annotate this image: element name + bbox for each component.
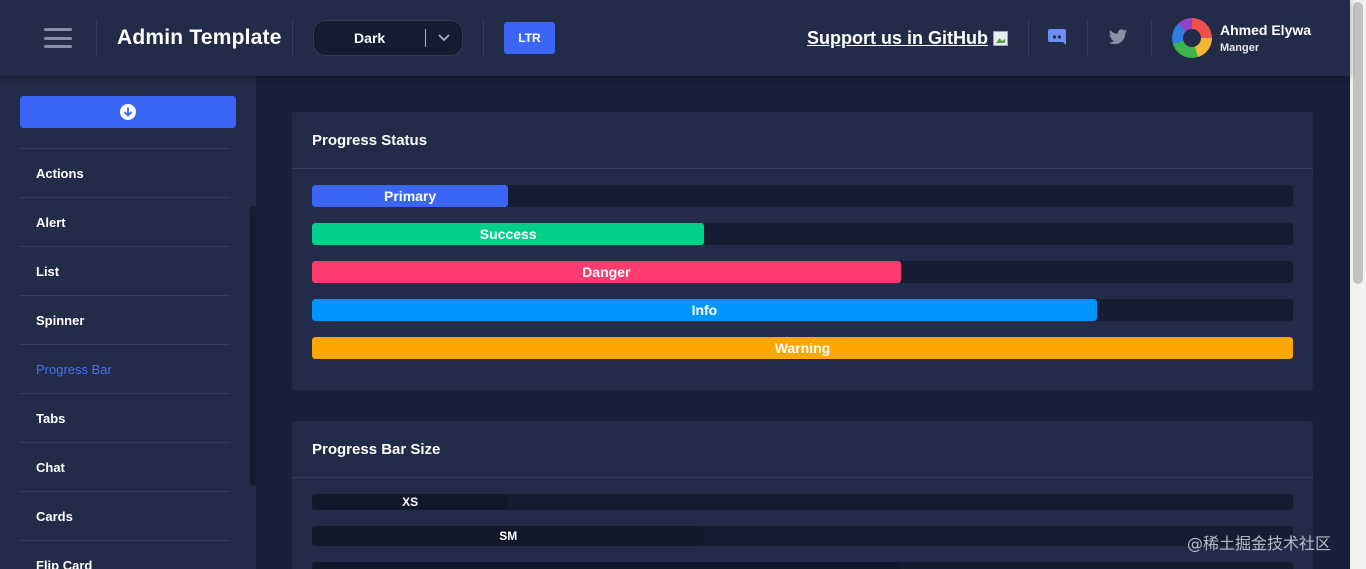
progress-track: Primary: [312, 185, 1293, 207]
progress-bar-size-xs: XS: [312, 494, 509, 510]
sidebar-item-list[interactable]: List: [20, 246, 230, 295]
sidebar-item-chat[interactable]: Chat: [20, 442, 230, 491]
sidebar-item-alert[interactable]: Alert: [20, 197, 230, 246]
header-divider: [483, 19, 484, 57]
hamburger-menu-icon[interactable]: [40, 24, 76, 52]
progress-size-list: XS SM MD: [292, 478, 1313, 569]
progress-bar-danger: Danger: [312, 261, 901, 283]
sidebar-item-tabs[interactable]: Tabs: [20, 393, 230, 442]
avatar[interactable]: [1172, 18, 1212, 58]
direction-toggle-button[interactable]: LTR: [504, 22, 555, 54]
header-divider: [1151, 19, 1152, 57]
sidebar-scrollbar[interactable]: [250, 206, 256, 486]
progress-track: Warning: [312, 337, 1293, 359]
sidebar-item-actions[interactable]: Actions: [20, 148, 230, 197]
progress-status-list: Primary Success Danger Info Warning: [292, 169, 1313, 359]
progress-track: XS: [312, 494, 1293, 510]
top-header: Admin Template Dark LTR Support us in Gi…: [0, 0, 1350, 76]
progress-bar-primary: Primary: [312, 185, 509, 207]
progress-track: SM: [312, 526, 1293, 546]
progress-track: Danger: [312, 261, 1293, 283]
sidebar-collapse-button[interactable]: [20, 96, 236, 128]
progress-track: MD: [312, 562, 1293, 569]
theme-select[interactable]: Dark: [313, 20, 463, 56]
theme-select-value: Dark: [354, 30, 386, 46]
card-title: Progress Bar Size: [292, 421, 1313, 478]
discord-icon[interactable]: [1047, 28, 1067, 51]
watermark: @稀土掘金技术社区: [1187, 534, 1332, 553]
page-scrollbar-thumb[interactable]: [1353, 2, 1363, 284]
card-title: Progress Status: [292, 112, 1313, 169]
chevron-down-icon[interactable]: [426, 33, 462, 43]
progress-bar-success: Success: [312, 223, 705, 245]
broken-image-icon: [992, 31, 1008, 46]
sidebar-item-cards[interactable]: Cards: [20, 491, 230, 540]
arrow-down-circle-icon: [120, 104, 136, 120]
header-divider: [292, 19, 293, 57]
progress-bar-size-sm: SM: [312, 526, 705, 546]
twitter-icon[interactable]: [1108, 29, 1128, 51]
page-scrollbar[interactable]: [1350, 0, 1366, 569]
brand-title: Admin Template: [117, 26, 282, 49]
header-divider: [1028, 19, 1029, 57]
sidebar-item-flip-card[interactable]: Flip Card: [20, 540, 230, 569]
sidebar-item-spinner[interactable]: Spinner: [20, 295, 230, 344]
progress-bar-info: Info: [312, 299, 1097, 321]
progress-bar-warning: Warning: [312, 337, 1293, 359]
header-divider: [96, 19, 97, 57]
support-github-link[interactable]: Support us in GitHub: [807, 28, 1008, 49]
progress-size-card: Progress Bar Size XS SM MD: [292, 421, 1313, 569]
user-role: Manger: [1220, 42, 1260, 54]
sidebar-nav: Actions Alert List Spinner Progress Bar Tabs C…: [20, 148, 230, 569]
progress-bar-size-md: MD: [312, 562, 901, 569]
progress-track: Success: [312, 223, 1293, 245]
sidebar-item-progress-bar[interactable]: Progress Bar: [20, 344, 230, 393]
sidebar: Actions Alert List Spinner Progress Bar Tabs C…: [0, 76, 256, 569]
header-divider: [1087, 19, 1088, 57]
user-name: Ahmed Elywa: [1220, 22, 1312, 38]
support-link-text: Support us in GitHub: [807, 28, 988, 48]
progress-track: Info: [312, 299, 1293, 321]
progress-status-card: Progress Status Primary Success Danger Info…: [292, 112, 1313, 390]
